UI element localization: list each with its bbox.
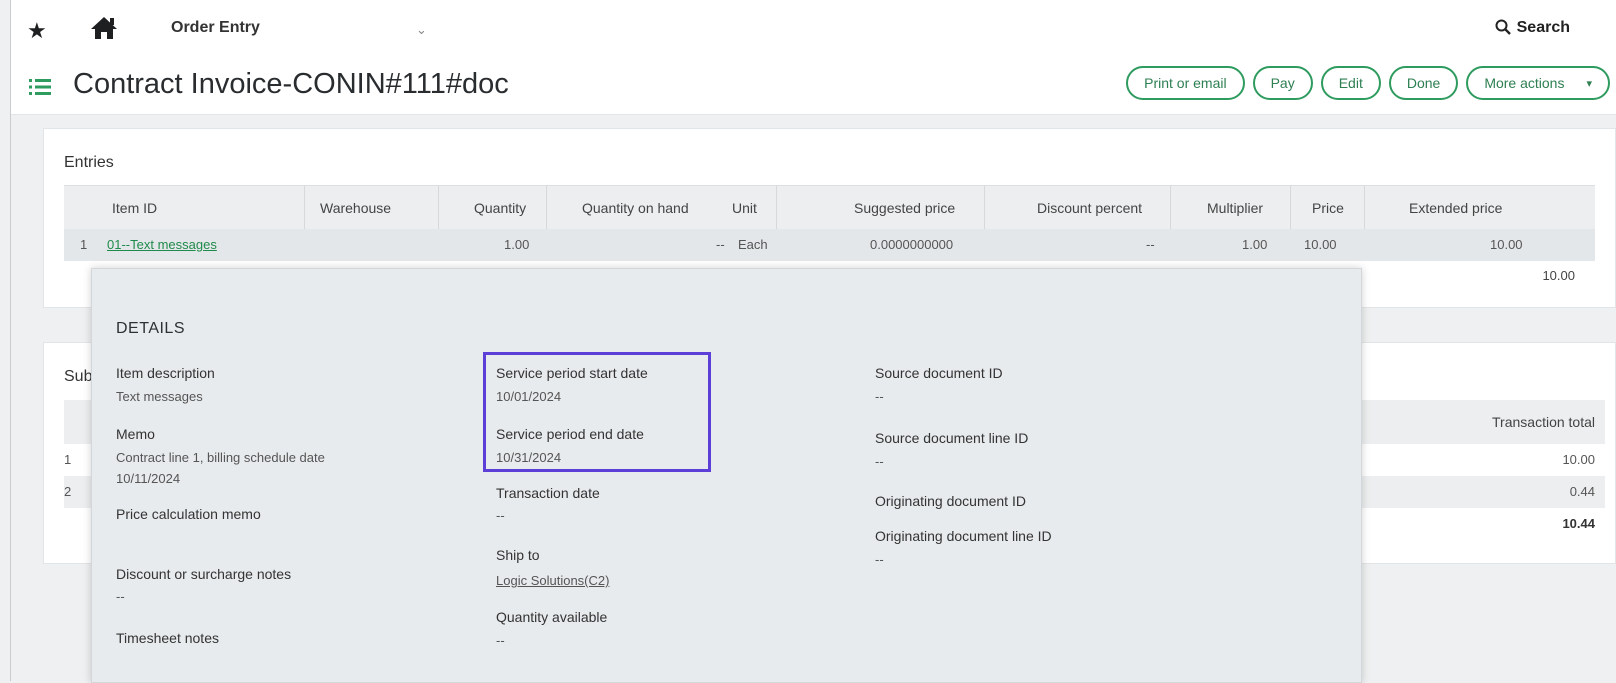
qty-on-hand-cell: -- xyxy=(716,237,725,252)
ship-to-link[interactable]: Logic Solutions(C2) xyxy=(496,571,609,591)
column-divider xyxy=(776,186,777,230)
details-title: DETAILS xyxy=(116,320,185,337)
source-document-line-id-value: -- xyxy=(875,454,884,469)
source-document-id-label: Source document ID xyxy=(875,365,1003,381)
row-number: 2 xyxy=(64,484,72,499)
table-row[interactable]: 1 01--Text messages 1.00 -- Each 0.00000… xyxy=(64,229,1595,261)
col-transaction-total[interactable]: Transaction total xyxy=(1492,400,1595,444)
column-divider xyxy=(984,186,985,230)
memo-value-line2: 10/11/2024 xyxy=(116,471,181,486)
col-discount-percent[interactable]: Discount percent xyxy=(1037,186,1142,230)
ship-to-label: Ship to xyxy=(496,547,540,563)
quantity-cell: 1.00 xyxy=(504,237,530,252)
col-qty-on-hand[interactable]: Quantity on hand xyxy=(582,186,689,230)
column-divider xyxy=(1364,186,1365,230)
transaction-total-cell: 10.00 xyxy=(1562,452,1595,467)
price-cell: 10.00 xyxy=(1304,237,1337,252)
transaction-total-cell: 0.44 xyxy=(1569,484,1595,499)
col-extended-price[interactable]: Extended price xyxy=(1409,186,1502,230)
done-button[interactable]: Done xyxy=(1388,66,1459,100)
suggested-price-cell: 0.0000000000 xyxy=(870,237,954,252)
list-menu-icon[interactable] xyxy=(29,78,51,96)
col-price[interactable]: Price xyxy=(1312,186,1344,230)
quantity-available-value: -- xyxy=(496,633,505,648)
extended-price-cell: 10.00 xyxy=(1490,237,1523,252)
originating-document-id-label: Originating document ID xyxy=(875,493,1026,509)
column-divider xyxy=(1170,186,1171,230)
originating-document-line-id-value: -- xyxy=(875,552,884,567)
col-unit[interactable]: Unit xyxy=(732,186,757,230)
details-popover: DETAILS Item description Text messages M… xyxy=(91,268,1362,683)
chevron-down-icon[interactable]: ⌄ xyxy=(416,22,427,38)
favorites-star-icon[interactable]: ★ xyxy=(27,18,47,44)
discount-notes-value: -- xyxy=(116,589,125,604)
timesheet-notes-label: Timesheet notes xyxy=(116,630,219,646)
chevron-down-icon: ▾ xyxy=(1586,77,1592,90)
edit-button[interactable]: Edit xyxy=(1320,66,1381,100)
row-number: 1 xyxy=(64,452,72,467)
entries-table-header: Item ID Warehouse Quantity Quantity on h… xyxy=(64,185,1595,231)
search-label: Search xyxy=(1516,19,1570,36)
entries-label: Entries xyxy=(64,154,114,171)
transaction-date-value: -- xyxy=(496,508,505,523)
more-actions-label: More actions xyxy=(1484,75,1565,91)
transaction-date-label: Transaction date xyxy=(496,485,600,501)
quantity-available-label: Quantity available xyxy=(496,609,608,625)
col-multiplier[interactable]: Multiplier xyxy=(1207,186,1263,230)
entries-total: 10.00 xyxy=(1542,268,1575,283)
unit-cell: Each xyxy=(738,237,768,252)
col-quantity[interactable]: Quantity xyxy=(474,186,526,230)
row-number: 1 xyxy=(80,237,88,252)
column-divider xyxy=(438,186,439,230)
discount-percent-cell: -- xyxy=(1146,237,1155,252)
col-warehouse[interactable]: Warehouse xyxy=(320,186,391,230)
app-frame: ★ Order Entry ⌄ Search Contract Invoice-… xyxy=(10,0,1616,683)
search-icon xyxy=(1495,19,1511,35)
price-calculation-memo-label: Price calculation memo xyxy=(116,506,261,522)
item-id-link[interactable]: 01--Text messages xyxy=(107,229,217,261)
multiplier-cell: 1.00 xyxy=(1242,237,1268,252)
print-or-email-button[interactable]: Print or email xyxy=(1126,66,1245,100)
home-icon[interactable] xyxy=(89,15,119,41)
memo-label: Memo xyxy=(116,426,155,442)
source-document-id-value: -- xyxy=(875,389,884,404)
column-divider xyxy=(546,186,547,230)
more-actions-button[interactable]: More actions ▾ xyxy=(1466,66,1610,100)
col-item-id[interactable]: Item ID xyxy=(112,186,157,230)
top-nav-bar: ★ Order Entry ⌄ Search xyxy=(11,0,1616,59)
column-divider xyxy=(1290,186,1291,230)
originating-document-line-id-label: Originating document line ID xyxy=(875,528,1052,544)
page-title: Contract Invoice-CONIN#111#doc xyxy=(73,68,509,100)
source-document-line-id-label: Source document line ID xyxy=(875,430,1029,446)
pay-button[interactable]: Pay xyxy=(1252,66,1313,100)
memo-value-line1: Contract line 1, billing schedule date xyxy=(116,450,325,465)
module-selector[interactable]: Order Entry xyxy=(171,19,260,37)
column-divider xyxy=(304,186,305,230)
service-period-highlight xyxy=(483,352,711,472)
action-buttons: Print or email Pay Edit Done More action… xyxy=(1126,66,1610,100)
discount-notes-label: Discount or surcharge notes xyxy=(116,566,292,582)
transaction-total-cell: 10.44 xyxy=(1562,516,1595,531)
col-suggested-price[interactable]: Suggested price xyxy=(854,186,955,230)
search-button[interactable]: Search xyxy=(1495,19,1570,37)
item-description-value: Text messages xyxy=(116,389,203,404)
item-description-label: Item description xyxy=(116,365,215,381)
title-bar: Contract Invoice-CONIN#111#doc Print or … xyxy=(11,58,1616,115)
